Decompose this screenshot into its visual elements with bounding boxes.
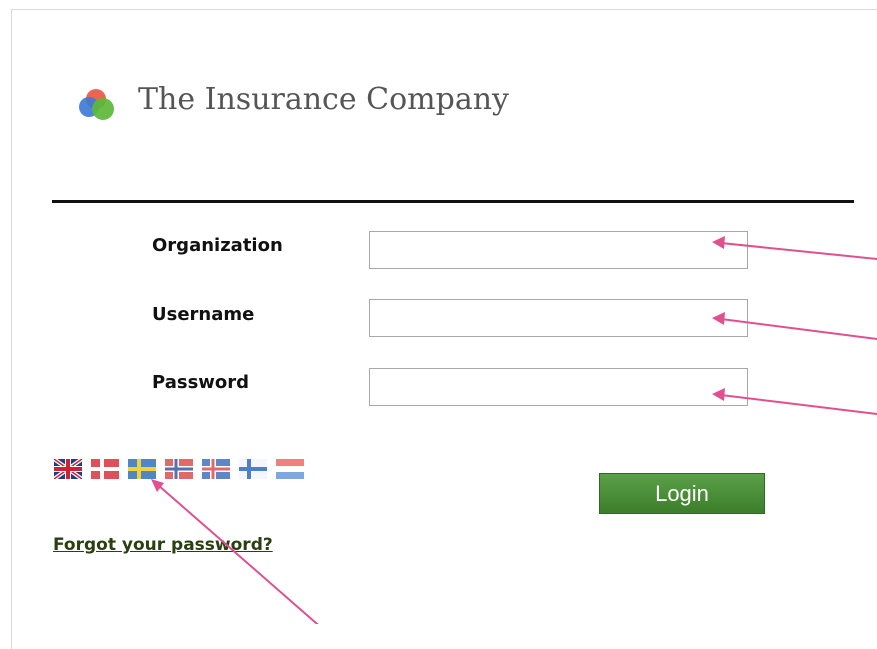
password-label: Password [152, 372, 250, 393]
forgot-password-link[interactable]: Forgot your password? [53, 535, 273, 555]
finland-flag-icon[interactable] [239, 459, 267, 479]
netherlands-flag-icon[interactable] [276, 459, 304, 479]
iceland-flag-icon[interactable] [202, 459, 230, 479]
company-name: The Insurance Company [138, 82, 509, 117]
header-divider [52, 200, 854, 203]
uk-flag-icon[interactable] [54, 459, 82, 479]
company-logo-icon [79, 89, 114, 120]
denmark-flag-icon[interactable] [91, 459, 119, 479]
login-button[interactable]: Login [599, 473, 765, 514]
organization-input[interactable] [369, 231, 748, 269]
username-input[interactable] [369, 299, 748, 337]
norway-flag-icon[interactable] [165, 459, 193, 479]
username-label: Username [152, 304, 255, 325]
language-selector [54, 459, 304, 479]
organization-label: Organization [152, 235, 283, 256]
password-input[interactable] [369, 368, 748, 406]
sweden-flag-icon[interactable] [128, 459, 156, 479]
